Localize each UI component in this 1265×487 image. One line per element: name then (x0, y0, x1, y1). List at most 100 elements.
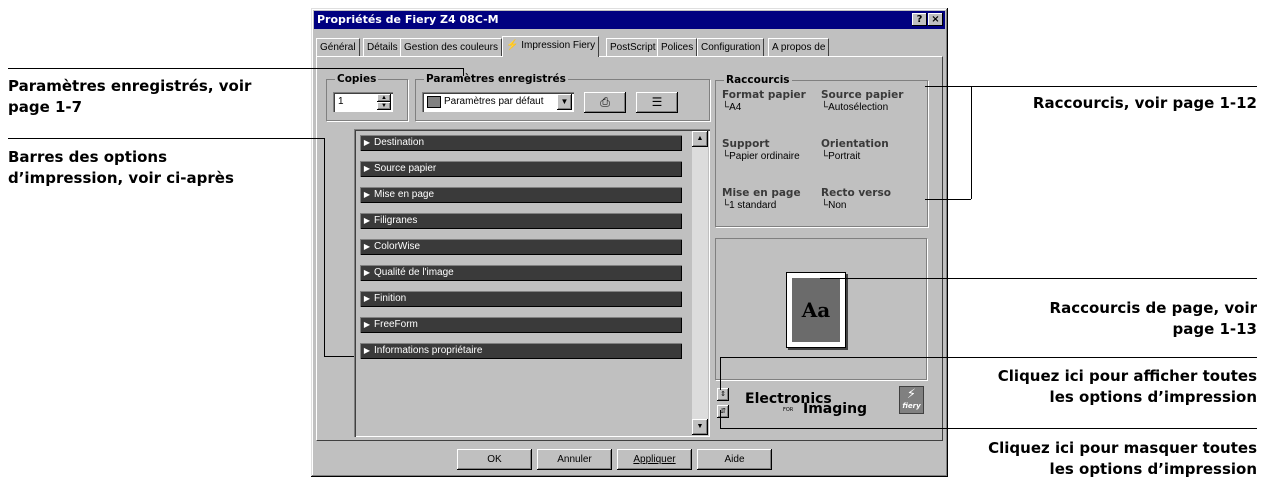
callout-saved-line2: page 1-7 (8, 98, 83, 116)
chevron-down-icon[interactable]: ▼ (557, 94, 572, 110)
tab-details[interactable]: Détails (363, 38, 402, 56)
callout-hide-line1: Cliquez ici pour masquer toutes (988, 439, 1257, 457)
shortcut-title: Recto verso (821, 187, 891, 199)
close-icon[interactable]: × (928, 13, 943, 26)
apply-button[interactable]: Appliquer (617, 449, 692, 470)
print-options-list: ▶ Destination ▶ Source papier ▶ Mise en page ▶… (354, 129, 710, 437)
print-option-bar[interactable]: ▶ Informations propriétaire (360, 343, 682, 359)
saved-settings-dropdown[interactable]: Paramètres par défaut ▼ (422, 92, 574, 112)
tab-general[interactable]: Général (316, 38, 360, 56)
print-option-bar[interactable]: ▶ Destination (360, 135, 682, 151)
callout-saved-settings: Paramètres enregistrés, voir page 1-7 (8, 76, 251, 118)
saved-settings-value: Paramètres par défaut (444, 96, 544, 107)
tab-fonts[interactable]: Polices (657, 38, 698, 56)
shortcut-title: Source papier (821, 89, 904, 101)
shortcut-value[interactable]: └Portrait (821, 151, 860, 162)
triangle-right-icon: ▶ (363, 268, 371, 277)
help-button[interactable]: Aide (697, 449, 772, 470)
help-icon[interactable]: ? (912, 13, 927, 26)
leader-saved (258, 68, 463, 69)
saved-settings-legend: Paramètres enregistrés (424, 73, 568, 85)
dialog-title: Propriétés de Fiery Z4 08C-M (317, 13, 499, 26)
leader-shortcuts-top (925, 86, 971, 87)
print-option-bar[interactable]: ▶ Source papier (360, 161, 682, 177)
copies-spinner[interactable]: 1 ▲ ▼ (333, 92, 393, 112)
print-option-bar-label: Mise en page (374, 189, 435, 200)
callout-saved-line1: Paramètres enregistrés, voir (8, 77, 252, 95)
list-icon: ☰ (651, 95, 663, 109)
callout-show-line2: les options d’impression (1049, 388, 1257, 406)
page-preview[interactable]: Aa (786, 272, 846, 348)
print-option-bar-label: Destination (374, 137, 425, 148)
print-option-bar-label: Finition (374, 293, 407, 304)
callout-page-shortcuts: Raccourcis de page, voir page 1-13 (1050, 298, 1257, 340)
cancel-button[interactable]: Annuler (537, 449, 612, 470)
leader-bars-vertical (324, 138, 325, 356)
callout-bars-line1: Barres des options (8, 148, 168, 166)
shortcut-title: Mise en page (722, 187, 801, 199)
print-option-bar-label: Source papier (374, 163, 437, 174)
manage-settings-button[interactable]: ☰ (636, 92, 678, 113)
fiery-printing-panel: Copies 1 ▲ ▼ Paramètres enregistrés Para… (316, 56, 943, 441)
ok-button[interactable]: OK (457, 449, 532, 470)
print-option-bar[interactable]: ▶ FreeForm (360, 317, 682, 333)
page-preview-area: Aa (715, 238, 927, 380)
callout-page-line2: page 1-13 (1172, 320, 1257, 338)
spin-down-icon[interactable]: ▼ (377, 102, 391, 110)
scrollbar[interactable]: ▲ ▼ (692, 131, 708, 435)
triangle-right-icon: ▶ (363, 216, 371, 225)
collapse-all-icon[interactable]: ⇵ (717, 405, 729, 418)
leader-page-shortcuts (820, 278, 1257, 279)
shortcut-value[interactable]: └Papier ordinaire (722, 151, 800, 162)
leader-bars-bottom (324, 356, 354, 357)
print-option-bar[interactable]: ▶ Filigranes (360, 213, 682, 229)
callout-bars-line2: d’impression, voir ci-après (8, 169, 234, 187)
shortcut-title: Format papier (722, 89, 806, 101)
leader-shortcuts-vertical (971, 86, 972, 199)
scroll-up-icon[interactable]: ▲ (692, 131, 708, 147)
triangle-right-icon: ▶ (363, 346, 371, 355)
print-option-bar[interactable]: ▶ ColorWise (360, 239, 682, 255)
print-option-bar-label: ColorWise (374, 241, 421, 252)
print-option-bar[interactable]: ▶ Mise en page (360, 187, 682, 203)
leader-hide-all (720, 428, 1257, 429)
tab-color-management[interactable]: Gestion des couleurs (400, 38, 502, 56)
save-icon: ⎙ (600, 95, 610, 109)
triangle-right-icon: ▶ (363, 242, 371, 251)
shortcut-value-text: Non (828, 200, 847, 211)
triangle-right-icon: ▶ (363, 320, 371, 329)
tab-fiery-printing[interactable]: ⚡ Impression Fiery (502, 36, 600, 57)
fiery-logo-text: fiery (902, 402, 921, 410)
tab-about[interactable]: A propos de (768, 38, 830, 56)
tab-fiery-printing-label: Impression Fiery (521, 40, 596, 51)
leader-show-all (720, 357, 1257, 358)
shortcut-value[interactable]: └1 standard (722, 200, 776, 211)
apply-label: Appliquer (633, 454, 676, 465)
callout-hide-line2: les options d’impression (1049, 460, 1257, 478)
save-settings-button[interactable]: ⎙ (584, 92, 626, 113)
tab-configuration[interactable]: Configuration (697, 38, 765, 56)
triangle-right-icon: ▶ (363, 138, 371, 147)
saved-settings-group: Paramètres enregistrés Paramètres par dé… (415, 73, 710, 121)
shortcut-value[interactable]: └Non (821, 200, 846, 211)
shortcut-value-text: Autosélection (828, 102, 889, 113)
fiery-lightning-icon: ⚡ (506, 40, 519, 51)
print-option-bar[interactable]: ▶ Finition (360, 291, 682, 307)
print-option-bar[interactable]: ▶ Qualité de l'image (360, 265, 682, 281)
triangle-right-icon: ▶ (363, 294, 371, 303)
printer-icon (427, 96, 441, 108)
shortcut-value[interactable]: └Autosélection (821, 102, 888, 113)
scroll-down-icon[interactable]: ▼ (692, 419, 708, 435)
expand-all-icon[interactable]: ⇕ (717, 388, 729, 401)
shortcut-title: Support (722, 138, 770, 150)
callout-print-bars: Barres des options d’impression, voir ci… (8, 147, 234, 189)
efi-logo: Electronics FOR Imaging (739, 387, 889, 422)
shortcut-title: Orientation (821, 138, 889, 150)
logo-for: FOR (783, 407, 794, 413)
print-option-bar-label: Informations propriétaire (374, 345, 483, 356)
title-bar: Propriétés de Fiery Z4 08C-M ? × (314, 11, 945, 29)
shortcut-value-text: A4 (729, 102, 742, 113)
spin-up-icon[interactable]: ▲ (377, 94, 391, 102)
shortcut-value[interactable]: └A4 (722, 102, 741, 113)
tab-postscript[interactable]: PostScript (606, 38, 660, 56)
